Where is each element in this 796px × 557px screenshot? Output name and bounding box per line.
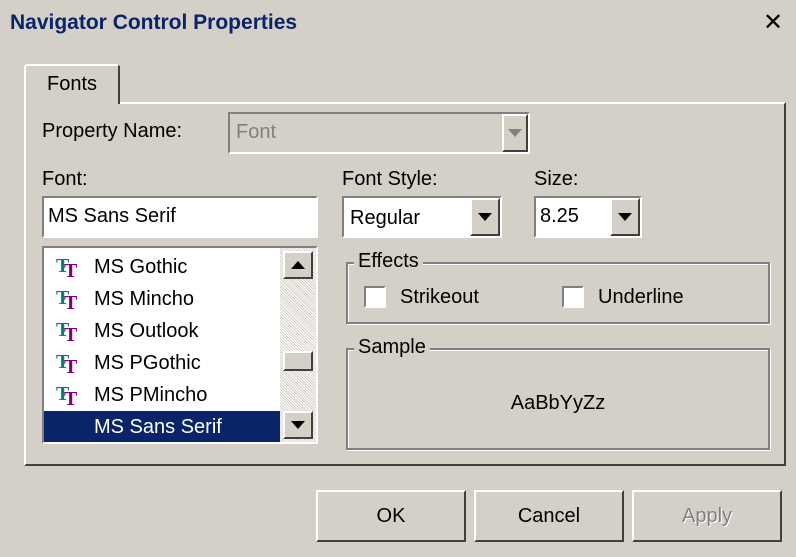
ok-button-label: OK [376,505,406,527]
sample-text: AaBbYyZz [510,392,606,414]
chevron-down-icon [291,421,305,429]
truetype-icon: TT [56,287,78,314]
truetype-icon: TT [56,319,78,346]
strikeout-label: Strikeout [400,286,479,308]
scroll-up-button[interactable] [283,251,313,279]
chevron-down-icon [478,213,492,221]
sample-group-label: Sample [354,336,430,359]
font-style-value: Regular [350,207,421,229]
list-item-label: MS Outlook [94,320,199,342]
font-input[interactable]: MS Sans Serif [42,196,318,238]
list-item-selected[interactable]: MS Sans Serif [44,411,280,442]
title-bar[interactable]: Navigator Control Properties ✕ [0,0,796,50]
list-item-label: MS PMincho [94,384,208,406]
list-item-label: MS Gothic [94,256,188,278]
chevron-up-icon [291,261,305,269]
window-title: Navigator Control Properties [10,11,298,34]
truetype-icon: TT [56,255,78,282]
tab-fonts-label: Fonts [46,73,98,95]
list-item-label: MS Sans Serif [94,416,222,438]
ok-button[interactable]: OK [316,490,466,542]
list-item[interactable]: TT MS PGothic [44,347,280,379]
apply-button[interactable]: Apply [632,490,782,542]
size-label: Size: [534,168,579,190]
cancel-button[interactable]: Cancel [474,490,624,542]
font-style-label: Font Style: [342,168,438,190]
scroll-thumb[interactable] [283,351,313,371]
truetype-icon: TT [56,351,78,378]
scroll-down-button[interactable] [283,411,313,439]
truetype-icon: TT [56,383,78,410]
property-name-select[interactable]: Font [228,112,530,154]
chevron-down-icon [618,213,632,221]
property-name-label: Property Name: [42,120,183,142]
tab-fonts[interactable]: Fonts [24,64,120,104]
size-dropdown-button[interactable] [610,198,640,236]
property-name-value: Font [236,121,277,143]
scrollbar[interactable] [280,248,316,442]
property-name-dropdown-button[interactable] [502,114,528,152]
font-list[interactable]: TT MS Gothic TT MS Mincho TT MS Outlook … [42,246,318,444]
close-icon[interactable]: ✕ [758,8,788,38]
font-label: Font: [42,168,88,190]
apply-button-label: Apply [681,505,733,527]
font-input-value: MS Sans Serif [48,205,176,227]
list-item-label: MS Mincho [94,288,195,310]
size-value: 8.25 [540,205,579,227]
strikeout-checkbox[interactable] [364,286,386,308]
list-item[interactable]: TT MS PMincho [44,379,280,411]
list-item-label: MS PGothic [94,352,201,374]
effects-group-label: Effects [354,250,423,273]
size-select[interactable]: 8.25 [534,196,642,238]
font-style-dropdown-button[interactable] [470,198,500,236]
underline-label: Underline [598,286,684,308]
cancel-button-label: Cancel [517,505,581,527]
chevron-down-icon [508,129,522,137]
underline-checkbox[interactable] [562,286,584,308]
list-item[interactable]: TT MS Outlook [44,315,280,347]
font-style-select[interactable]: Regular [342,196,502,238]
list-item[interactable]: TT MS Gothic [44,251,280,283]
list-item[interactable]: TT MS Mincho [44,283,280,315]
